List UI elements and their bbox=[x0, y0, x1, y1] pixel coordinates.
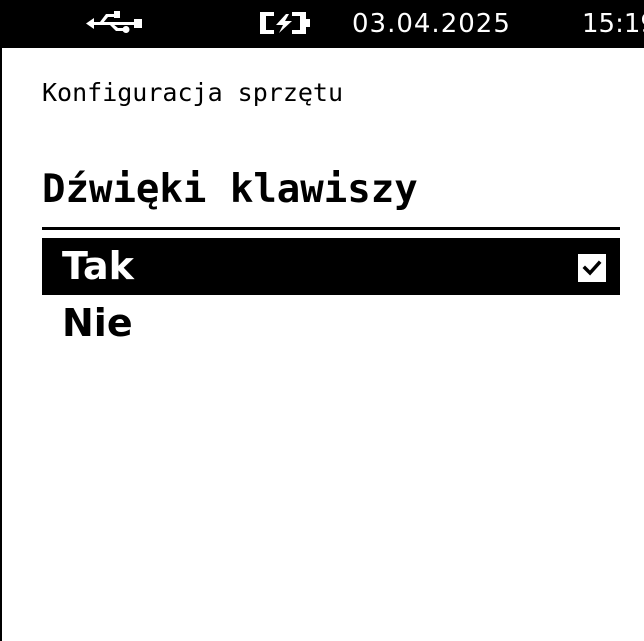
option-nie[interactable]: Nie bbox=[42, 295, 620, 352]
usb-icon bbox=[86, 10, 146, 36]
status-time: 15:19 bbox=[582, 9, 644, 39]
option-tak[interactable]: Tak bbox=[42, 238, 620, 295]
battery-charging-icon bbox=[260, 10, 310, 36]
option-label: Tak bbox=[62, 244, 134, 288]
status-bar: 03.04.2025 15:19 bbox=[2, 0, 644, 48]
option-label: Nie bbox=[62, 301, 133, 345]
title-divider bbox=[42, 227, 620, 230]
status-date: 03.04.2025 bbox=[352, 9, 511, 39]
checkbox-checked-icon[interactable] bbox=[578, 254, 606, 282]
page-title: Dźwięki klawiszy bbox=[42, 167, 418, 212]
option-list: Tak Nie bbox=[42, 238, 620, 352]
device-screen: 03.04.2025 15:19 Konfiguracja sprzętu Dź… bbox=[0, 0, 644, 641]
breadcrumb: Konfiguracja sprzętu bbox=[42, 78, 344, 107]
